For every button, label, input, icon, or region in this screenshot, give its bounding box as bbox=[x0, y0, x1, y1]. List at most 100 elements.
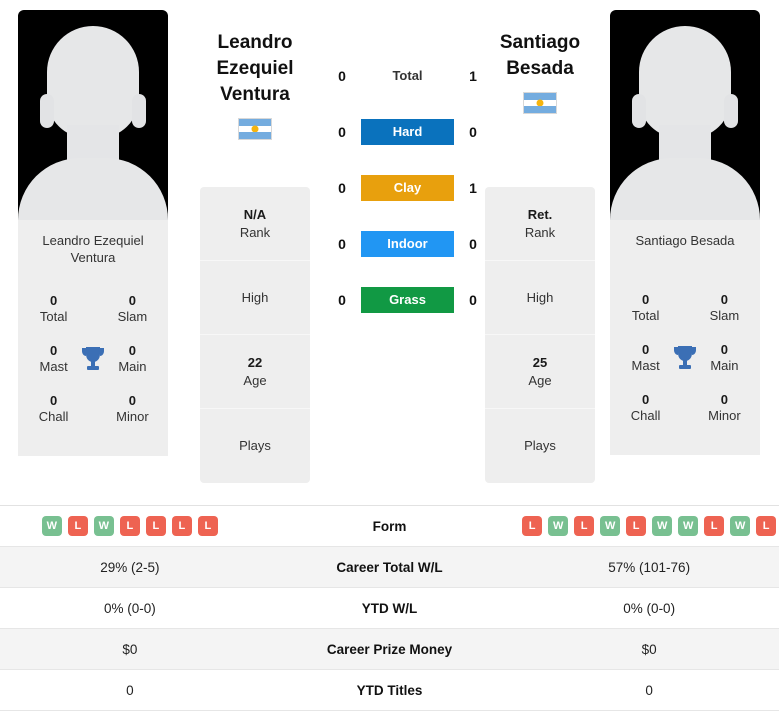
title-stat-mast-label: Mast bbox=[39, 359, 68, 374]
title-stat-chall-value: 0 bbox=[641, 392, 650, 407]
title-stat-total: 0 Total bbox=[28, 293, 79, 325]
career-prize-money-left: $0 bbox=[122, 641, 138, 657]
table-row-career-total-wl: 29% (2-5) Career Total W/L 57% (101-76) bbox=[0, 547, 779, 588]
high-label: High bbox=[526, 289, 554, 305]
h2h-grass-label: Grass bbox=[361, 287, 454, 313]
title-stat-total-label: Total bbox=[39, 309, 68, 324]
row-label-career-total-wl: Career Total W/L bbox=[336, 559, 443, 575]
h2h-row-clay: 0 Clay 1 bbox=[335, 174, 480, 202]
h2h-row-indoor: 0 Indoor 0 bbox=[335, 230, 480, 258]
h2h-total-label: Total bbox=[392, 68, 423, 83]
avatar-ear-right-shape bbox=[724, 94, 738, 128]
titles-row-total-slam: 0 Total 0 Slam bbox=[18, 284, 168, 334]
title-stat-main-value: 0 bbox=[720, 342, 729, 357]
form-badge-loss: L bbox=[171, 516, 192, 536]
right-player-titles-block: 0 Total 0 Slam 0 Mast 0 Main 0 Chall 0 M… bbox=[610, 277, 760, 455]
form-badge-loss: L bbox=[197, 516, 218, 536]
comparison-stats-table: WLWLLLL Form LWLWLWWLWL 29% (2-5) Career… bbox=[0, 505, 779, 711]
h2h-surface-breakdown: 0 Total 1 0 Hard 0 0 Clay 1 0 Indoor 0 0… bbox=[335, 62, 480, 314]
title-stat-main-value: 0 bbox=[128, 343, 137, 358]
form-badge-loss: L bbox=[522, 516, 543, 536]
title-stat-slam-value: 0 bbox=[128, 293, 137, 308]
title-stat-minor-label: Minor bbox=[708, 408, 741, 423]
rank-label: Rank bbox=[239, 224, 271, 240]
title-stat-minor: 0 Minor bbox=[107, 393, 158, 425]
trophy-icon bbox=[79, 344, 107, 374]
player-avatar-placeholder-icon bbox=[18, 10, 168, 220]
right-player-caption: Santiago Besada bbox=[610, 220, 760, 277]
title-stat-mast-value: 0 bbox=[49, 343, 58, 358]
right-player-header[interactable]: Santiago Besada bbox=[465, 30, 615, 114]
title-stat-mast: 0 Mast bbox=[620, 342, 671, 374]
h2h-row-hard: 0 Hard 0 bbox=[335, 118, 480, 146]
age-label: Age bbox=[528, 372, 552, 388]
avatar-body-shape bbox=[18, 158, 168, 220]
argentina-flag-icon bbox=[238, 118, 272, 140]
info-cell-age: 22 Age bbox=[200, 335, 310, 409]
form-right-cell: LWLWLWWLWL bbox=[519, 516, 779, 536]
title-stat-total-label: Total bbox=[631, 308, 660, 323]
title-stat-main: 0 Main bbox=[699, 342, 750, 374]
title-stat-slam: 0 Slam bbox=[699, 292, 750, 324]
avatar-ear-right-shape bbox=[132, 94, 146, 128]
info-cell-age: 25 Age bbox=[485, 335, 595, 409]
form-badge-win: W bbox=[652, 516, 673, 536]
form-badge-win: W bbox=[41, 516, 62, 536]
title-stat-total-value: 0 bbox=[49, 293, 58, 308]
title-stat-minor-value: 0 bbox=[128, 393, 137, 408]
form-left-cell: WLWLLLL bbox=[0, 516, 260, 536]
title-stat-main: 0 Main bbox=[107, 343, 158, 375]
form-badge-loss: L bbox=[626, 516, 647, 536]
career-total-wl-right: 57% (101-76) bbox=[608, 559, 691, 575]
ytd-wl-left: 0% (0-0) bbox=[103, 600, 156, 616]
avatar-head-shape bbox=[47, 26, 139, 138]
info-cell-rank: Ret. Rank bbox=[485, 187, 595, 261]
form-badge-loss: L bbox=[145, 516, 166, 536]
left-player-info-card: N/A Rank High 22 Age Plays bbox=[200, 187, 310, 483]
ytd-wl-right: 0% (0-0) bbox=[623, 600, 676, 616]
h2h-hard-label: Hard bbox=[361, 119, 454, 145]
title-stat-mast-value: 0 bbox=[641, 342, 650, 357]
title-stat-total: 0 Total bbox=[620, 292, 671, 324]
titles-row-total-slam: 0 Total 0 Slam bbox=[610, 283, 760, 333]
form-badge-loss: L bbox=[119, 516, 140, 536]
age-value: 22 bbox=[247, 354, 263, 370]
left-form-badges: WLWLLLL bbox=[0, 516, 260, 536]
avatar-ear-left-shape bbox=[40, 94, 54, 128]
info-cell-high: High bbox=[485, 261, 595, 335]
h2h-row-grass: 0 Grass 0 bbox=[335, 286, 480, 314]
form-badge-loss: L bbox=[756, 516, 777, 536]
left-player-header[interactable]: Leandro Ezequiel Ventura bbox=[180, 30, 330, 140]
info-cell-rank: N/A Rank bbox=[200, 187, 310, 261]
h2h-indoor-left-score: 0 bbox=[338, 236, 346, 252]
h2h-row-total: 0 Total 1 bbox=[335, 62, 480, 90]
title-stat-mast: 0 Mast bbox=[28, 343, 79, 375]
row-label-career-prize-money: Career Prize Money bbox=[326, 641, 453, 657]
form-badge-win: W bbox=[730, 516, 751, 536]
info-cell-high: High bbox=[200, 261, 310, 335]
title-stat-slam-label: Slam bbox=[117, 309, 148, 324]
title-stat-minor-value: 0 bbox=[720, 392, 729, 407]
high-label: High bbox=[241, 289, 269, 305]
right-player-photo-column: Santiago Besada 0 Total 0 Slam 0 Mast 0 … bbox=[610, 10, 760, 455]
h2h-clay-label: Clay bbox=[361, 175, 454, 201]
form-badge-loss: L bbox=[574, 516, 595, 536]
trophy-icon bbox=[671, 343, 699, 373]
age-value: 25 bbox=[532, 354, 548, 370]
info-cell-plays: Plays bbox=[200, 409, 310, 483]
h2h-indoor-label: Indoor bbox=[361, 231, 454, 257]
title-stat-slam-label: Slam bbox=[709, 308, 740, 323]
h2h-indoor-right-score: 0 bbox=[469, 236, 477, 252]
right-form-badges: LWLWLWWLWL bbox=[519, 516, 779, 536]
row-label-ytd-wl: YTD W/L bbox=[361, 600, 418, 616]
title-stat-slam-value: 0 bbox=[720, 292, 729, 307]
info-cell-plays: Plays bbox=[485, 409, 595, 483]
h2h-clay-left-score: 0 bbox=[338, 180, 346, 196]
title-stat-chall: 0 Chall bbox=[28, 393, 79, 425]
title-stat-chall-value: 0 bbox=[49, 393, 58, 408]
career-total-wl-left: 29% (2-5) bbox=[100, 559, 160, 575]
h2h-grass-right-score: 0 bbox=[469, 292, 477, 308]
flag-stripe-bottom bbox=[239, 132, 271, 139]
titles-row-mast-main: 0 Mast 0 Main bbox=[610, 333, 760, 383]
age-label: Age bbox=[243, 372, 267, 388]
